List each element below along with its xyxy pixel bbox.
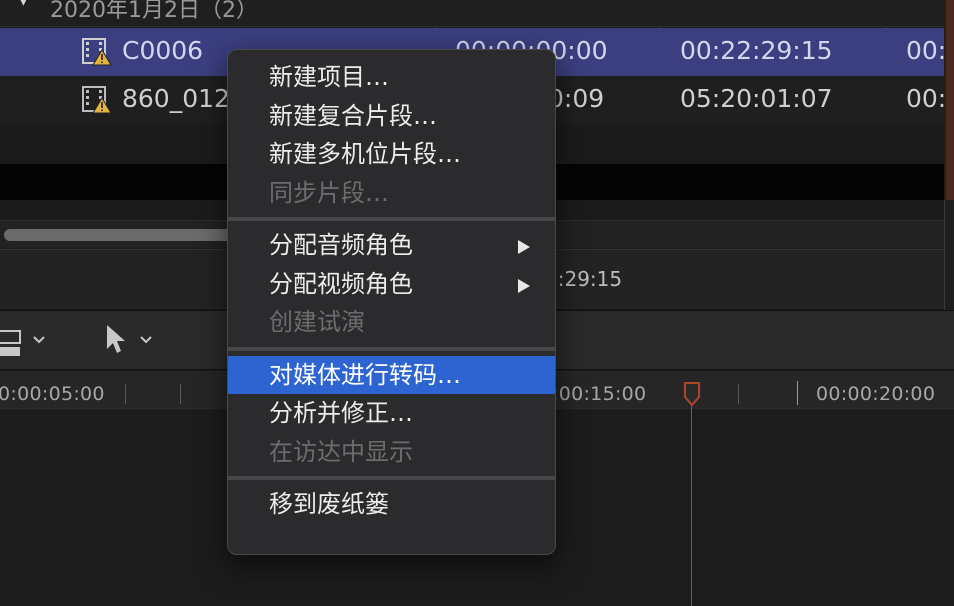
clip-appearance-icon[interactable] (0, 325, 24, 357)
event-group-row[interactable]: ▼ 2020年1月2日（2） (0, 0, 944, 27)
clip-name: 860_012 (122, 84, 230, 113)
ruler-label: :00:15:00 (552, 383, 647, 405)
scrollbar-thumb[interactable] (4, 229, 244, 241)
menu-item-synchronize-clips: 同步片段… (269, 178, 389, 207)
event-group-title: 2020年1月2日（2） (50, 0, 258, 23)
ruler-tick (180, 384, 181, 404)
menu-separator (228, 342, 555, 356)
menu-item-assign-audio-roles[interactable]: 分配音频角色 (228, 226, 555, 265)
ruler-label: 0:00:05:00 (0, 383, 105, 405)
menu-item-assign-video-roles[interactable]: 分配视频角色 (228, 265, 555, 304)
menu-item-new-project[interactable]: 新建项目… (228, 58, 555, 97)
menu-item-analyze-and-fix[interactable]: 分析并修正… (228, 394, 555, 433)
menu-item-label: 分配视频角色 (269, 269, 413, 298)
clip-end: 00:22:29:15 (680, 36, 833, 65)
clip-end: 05:20:01:07 (680, 84, 833, 113)
menu-item-create-audition: 创建试演 (269, 308, 365, 336)
context-menu: 新建项目… 新建复合片段… 新建多机位片段… 同步片段… 分配音频角色 分配视频… (227, 49, 556, 555)
menu-item-reveal-in-finder: 在访达中显示 (269, 437, 413, 466)
menu-separator (228, 212, 555, 226)
chevron-down-icon[interactable] (139, 333, 153, 347)
arrow-pointer-icon[interactable] (105, 323, 127, 355)
clip-name: C0006 (122, 36, 204, 65)
ruler-label: 00:00:20:00 (816, 383, 936, 405)
chevron-down-icon[interactable] (32, 333, 46, 347)
menu-item-transcode-media[interactable]: 对媒体进行转码… (228, 355, 555, 394)
menu-separator (228, 471, 555, 485)
ruler-tick (797, 381, 798, 405)
clip-duration: 00: (906, 36, 947, 65)
clip-duration: 00: (906, 84, 947, 113)
chevron-right-icon (518, 240, 530, 254)
menu-item-new-compound-clip[interactable]: 新建复合片段… (228, 97, 555, 136)
viewer-edge (944, 200, 954, 310)
viewer-edge (944, 0, 954, 200)
film-clip-warning-icon (82, 38, 112, 66)
menu-item-move-to-trash[interactable]: 移到废纸篓 (228, 485, 555, 524)
chevron-right-icon (518, 278, 530, 293)
selection-duration: 2:29:15 (545, 267, 623, 291)
clip-start: 0:09 (548, 84, 605, 113)
ruler-tick (738, 384, 739, 404)
playhead-handle-icon[interactable] (683, 381, 701, 407)
film-clip-warning-icon (82, 86, 112, 114)
menu-item-label: 分配音频角色 (269, 231, 413, 259)
menu-item-new-multicam-clip[interactable]: 新建多机位片段… (228, 135, 555, 174)
playhead[interactable] (691, 395, 692, 606)
ruler-tick (125, 384, 126, 404)
disclosure-triangle-icon[interactable]: ▼ (18, 0, 29, 8)
